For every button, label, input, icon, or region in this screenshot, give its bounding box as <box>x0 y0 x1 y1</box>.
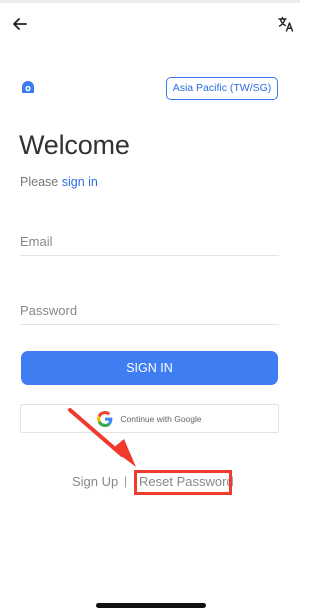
translate-icon <box>278 16 294 32</box>
signin-button[interactable]: SIGN IN <box>21 351 278 385</box>
app-logo-icon <box>20 79 36 95</box>
signin-link[interactable]: sign in <box>62 175 98 189</box>
link-separator: | <box>124 474 128 488</box>
back-button[interactable] <box>10 14 30 34</box>
password-field-wrapper <box>20 297 279 325</box>
signup-link[interactable]: Sign Up <box>72 474 118 489</box>
home-indicator <box>96 603 206 608</box>
signin-prompt: Please sign in <box>20 175 98 189</box>
email-field-wrapper <box>20 228 279 256</box>
password-field[interactable] <box>20 297 279 324</box>
pointer-arrow-icon <box>68 408 136 467</box>
status-strip <box>0 0 300 3</box>
signin-prompt-text: Please <box>20 175 59 189</box>
region-selector-button[interactable]: Asia Pacific (TW/SG) <box>166 77 278 100</box>
page-title: Welcome <box>19 130 130 160</box>
email-field[interactable] <box>20 228 279 255</box>
translate-button[interactable] <box>277 15 295 33</box>
arrow-left-icon <box>13 18 27 30</box>
